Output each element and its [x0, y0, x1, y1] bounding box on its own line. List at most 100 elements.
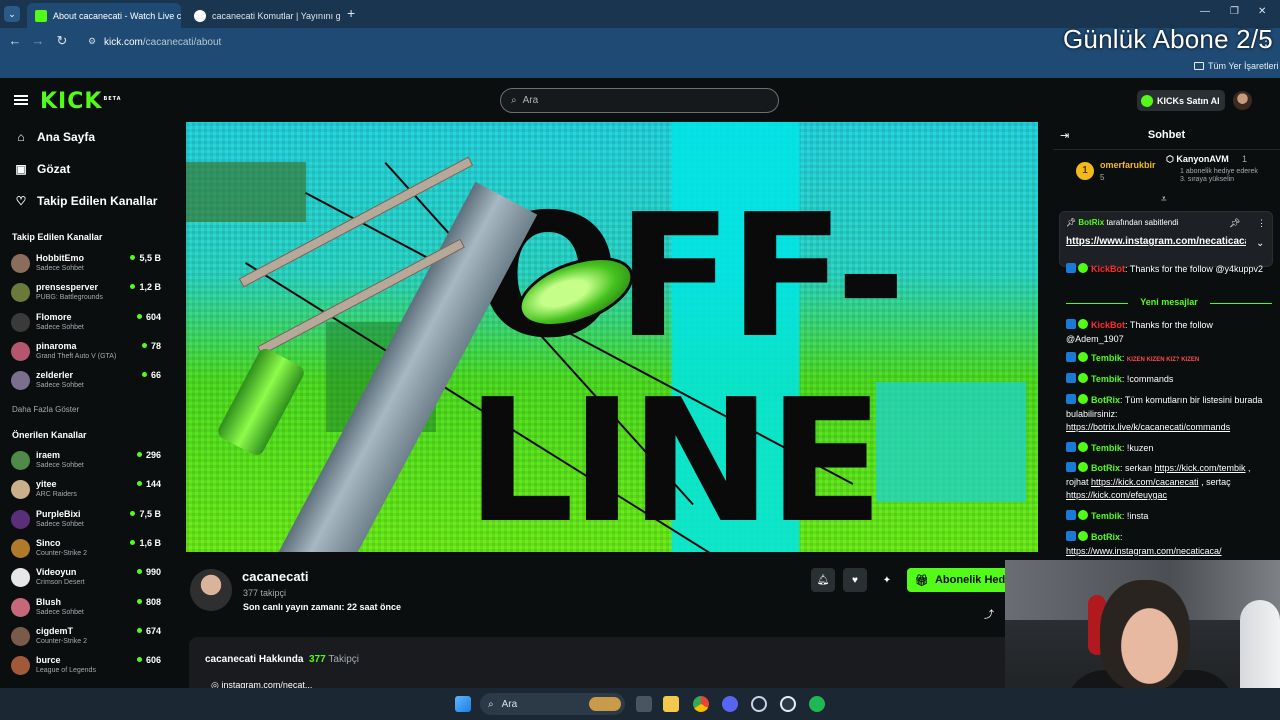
pin-icon[interactable]: 📌︎ — [1229, 218, 1240, 229]
channel-item[interactable]: HobbitEmo Sadece Sohbet 5,5 B — [11, 252, 161, 280]
channel-name: PurpleBixi — [36, 508, 81, 519]
steam-icon[interactable] — [751, 696, 767, 712]
buy-kicks-label: KICKs Satın Al — [1157, 95, 1220, 106]
close-window-icon[interactable]: ✕ — [1258, 6, 1266, 17]
about-follower-label: Takipçi — [328, 654, 359, 665]
obs-icon[interactable] — [780, 696, 796, 712]
chat-message: BotRix: https://www.instagram.com/necatic… — [1066, 531, 1272, 558]
channel-item[interactable]: zelderler Sadece Sohbet 66 — [11, 369, 161, 397]
channel-category: Sadece Sohbet — [36, 323, 84, 331]
chat-link[interactable]: https://kick.com/tembik — [1155, 463, 1246, 473]
chat-username[interactable]: KickBot — [1091, 264, 1125, 274]
windows-start-icon[interactable] — [455, 696, 471, 712]
channel-avatar[interactable] — [190, 569, 232, 611]
verified-badge-icon — [1078, 442, 1088, 452]
search-highlight-icon — [589, 697, 621, 711]
channel-item[interactable]: iraem Sadece Sohbet 296 — [11, 449, 161, 477]
chat-link[interactable]: https://kick.com/cacanecati — [1091, 477, 1199, 487]
offline-banner: OFF- LINE — [186, 122, 1038, 552]
gift-subscription-button[interactable]: 🎁︎ Abonelik Hediye — [907, 568, 1017, 592]
site-info-icon[interactable]: ⚙ — [88, 36, 96, 47]
follow-button[interactable]: ♥ — [843, 568, 867, 592]
chat-username[interactable]: BotRix — [1091, 395, 1120, 405]
forward-icon[interactable]: → — [29, 33, 47, 48]
pinned-link[interactable]: https://www.instagram.com/necaticaca/ — [1066, 236, 1246, 247]
share-icon[interactable]: ⤴ — [984, 606, 994, 621]
viewer-count: 144 — [137, 479, 161, 489]
chat-username[interactable]: Tembik — [1091, 374, 1122, 384]
moderator-badge-icon — [1066, 442, 1076, 452]
chat-message: Tembik: !insta — [1066, 510, 1272, 524]
expand-pinned-icon[interactable]: ⌄ — [1256, 238, 1264, 249]
new-tab-button[interactable]: + — [347, 5, 355, 21]
spotify-icon[interactable] — [809, 696, 825, 712]
sparkle-button[interactable]: ✦ — [875, 568, 899, 592]
chat-username[interactable]: Tembik — [1091, 511, 1122, 521]
gift-leaderboard: 1 omerfarukbir 5 ⬡ KanyonAVM 1 1 aboneli… — [1062, 154, 1274, 196]
chat-link[interactable]: https://kick.com/efeuygac — [1066, 490, 1167, 500]
maximize-icon[interactable]: ❐ — [1230, 6, 1239, 17]
channel-avatar — [11, 312, 30, 332]
tab-list-icon[interactable]: ⌄ — [4, 6, 20, 22]
browser-menu-icon[interactable]: ⋮ — [1260, 34, 1272, 48]
expand-leaderboard-icon[interactable]: ⩡ — [1161, 194, 1167, 205]
channel-item[interactable]: prensesperver PUBG: Battlegrounds 1,2 B — [11, 281, 161, 309]
channel-item[interactable]: pinaroma Grand Theft Auto V (GTA) 78 — [11, 340, 161, 368]
buy-kicks-button[interactable]: KICKs Satın Al — [1137, 90, 1225, 111]
chrome-icon[interactable] — [693, 696, 709, 712]
kicks-coin-icon — [1141, 94, 1153, 107]
channel-item[interactable]: PurpleBixi Sadece Sohbet 7,5 B — [11, 508, 161, 536]
chat-username[interactable]: Tembik — [1091, 353, 1122, 363]
top-user-name: KanyonAVM — [1176, 154, 1229, 164]
chat-username[interactable]: BotRix — [1091, 532, 1120, 542]
tab-about-cacanecati[interactable]: About cacanecati - Watch Live c ✕ — [27, 3, 181, 28]
user-avatar[interactable] — [1233, 91, 1252, 110]
channel-name[interactable]: cacanecati — [242, 569, 309, 584]
back-icon[interactable]: ← — [6, 33, 24, 48]
task-view-icon[interactable] — [636, 696, 652, 712]
show-more-link[interactable]: Daha Fazla Göster — [12, 405, 79, 414]
chat-username[interactable]: BotRix — [1091, 463, 1120, 473]
channel-name: burce — [36, 655, 61, 666]
kick-favicon-icon — [35, 9, 47, 22]
channel-item[interactable]: cigdemT Counter-Strike 2 674 — [11, 625, 161, 653]
file-explorer-icon[interactable] — [663, 696, 679, 712]
nav-browse[interactable]: ▣ Gözat — [15, 162, 70, 176]
channel-item[interactable]: Videoyun Crimson Desert 990 — [11, 566, 161, 594]
minimize-icon[interactable]: — — [1200, 6, 1210, 17]
channel-avatar — [11, 451, 30, 470]
search-input[interactable]: ⌕ Ara — [500, 88, 779, 113]
all-bookmarks-button[interactable]: Tüm Yer İşaretleri — [1194, 61, 1279, 71]
pixel-block — [876, 382, 1026, 502]
kick-logo[interactable]: KICKBETA — [40, 89, 122, 114]
moderator-badge-icon — [1066, 352, 1076, 362]
reload-icon[interactable]: ↻ — [53, 33, 71, 49]
nav-following[interactable]: ♡ Takip Edilen Kanallar — [15, 194, 158, 208]
pinned-menu-icon[interactable]: ⋮ — [1257, 218, 1266, 229]
nav-home[interactable]: ⌂ Ana Sayfa — [15, 130, 95, 144]
chat-link[interactable]: https://www.instagram.com/necaticaca/ — [1066, 546, 1222, 556]
discord-icon[interactable] — [722, 696, 738, 712]
chat-text: : !commands — [1121, 374, 1174, 384]
menu-icon[interactable] — [14, 95, 28, 105]
verified-badge-icon — [1078, 263, 1088, 273]
viewer-count: 7,5 B — [130, 509, 161, 519]
bell-icon: 🔔︎ — [816, 574, 830, 586]
bookmarks-bar — [0, 56, 1280, 78]
channel-item[interactable]: yitee ARC Raiders 144 — [11, 478, 161, 506]
channel-item[interactable]: burce League of Legends 606 — [11, 654, 161, 682]
about-title: cacanecati Hakkında — [205, 654, 304, 665]
chat-link[interactable]: https://botrix.live/k/cacanecati/command… — [1066, 422, 1230, 432]
channel-name: Videoyun — [36, 567, 77, 578]
channel-item[interactable]: Blush Sadece Sohbet 808 — [11, 596, 161, 624]
notification-button[interactable]: 🔔︎ — [811, 568, 835, 592]
channel-item[interactable]: Sinco Counter-Strike 2 1,6 B — [11, 537, 161, 565]
address-bar[interactable]: ⚙ kick.com/cacanecati/about — [82, 32, 1072, 52]
tab-komutlar[interactable]: cacanecati Komutlar | Yayınını g ✕ — [186, 3, 340, 28]
viewer-count: 674 — [137, 626, 161, 636]
chat-username[interactable]: Tembik — [1091, 443, 1122, 453]
chat-username[interactable]: KickBot — [1091, 320, 1125, 330]
channel-item[interactable]: Flomore Sadece Sohbet 604 — [11, 311, 161, 339]
taskbar-search[interactable]: ⌕ Ara — [480, 693, 625, 715]
channel-avatar — [11, 480, 30, 500]
